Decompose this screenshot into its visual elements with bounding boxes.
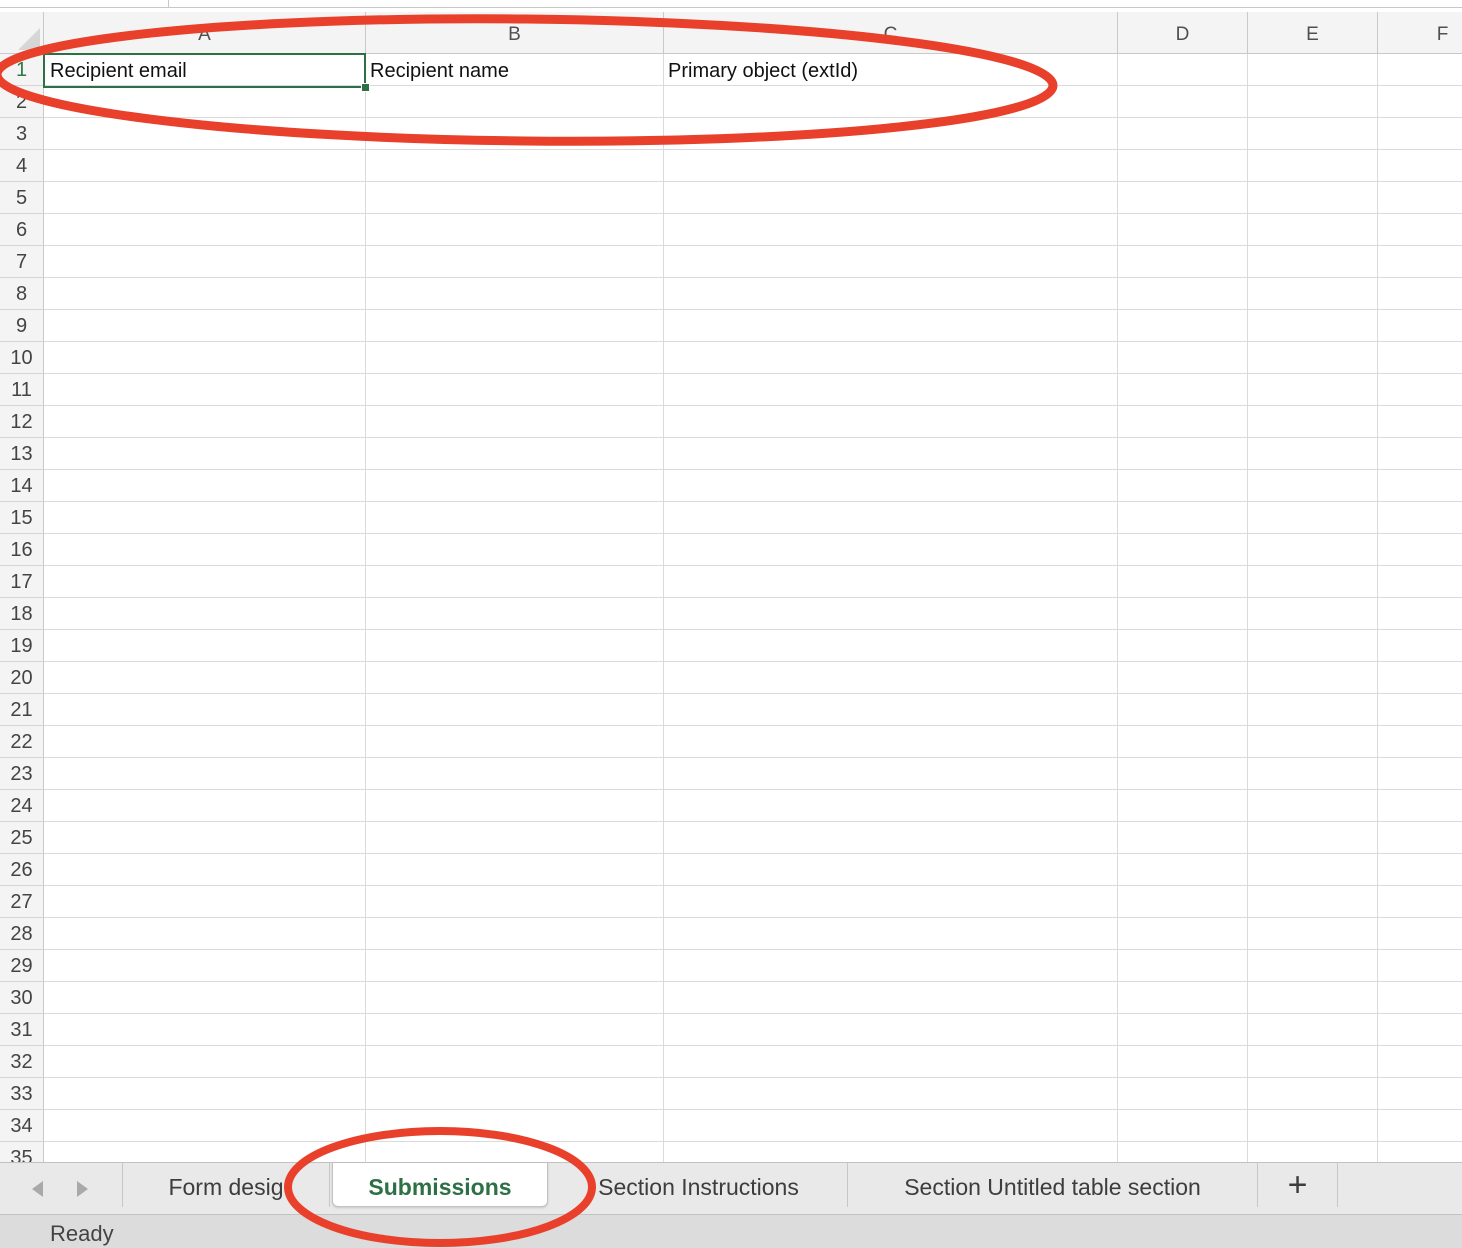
row-gridline [44,117,1462,118]
row-header-19[interactable]: 19 [0,630,44,662]
row-header-29[interactable]: 29 [0,950,44,982]
row-gridline [44,277,1462,278]
column-gridline [1377,54,1378,1162]
row-header-4[interactable]: 4 [0,150,44,182]
cell-b1[interactable]: Recipient name [364,54,662,86]
row-header-25[interactable]: 25 [0,822,44,854]
row-gridline [44,1109,1462,1110]
row-gridline [44,853,1462,854]
row-gridline [44,405,1462,406]
scroll-tabs-right-icon[interactable] [70,1177,94,1201]
scroll-tabs-left-icon[interactable] [26,1177,50,1201]
column-header-b[interactable]: B [366,12,664,54]
row-header-5[interactable]: 5 [0,182,44,214]
row-gridline [44,597,1462,598]
row-gridline [44,149,1462,150]
row-gridline [44,629,1462,630]
row-header-3[interactable]: 3 [0,118,44,150]
row-gridline [44,565,1462,566]
formula-bar-edge [0,0,1462,12]
row-header-30[interactable]: 30 [0,982,44,1014]
row-gridline [44,789,1462,790]
row-header-13[interactable]: 13 [0,438,44,470]
row-header-1[interactable]: 1 [0,54,44,86]
row-gridline [44,1013,1462,1014]
row-gridline [44,1077,1462,1078]
row-header-26[interactable]: 26 [0,854,44,886]
cell-c1[interactable]: Primary object (extId) [662,54,1116,86]
row-header-18[interactable]: 18 [0,598,44,630]
row-gridline [44,309,1462,310]
select-all-button[interactable] [0,12,44,54]
row-header-28[interactable]: 28 [0,918,44,950]
column-gridline [1247,54,1248,1162]
column-header-c[interactable]: C [664,12,1118,54]
active-cell-border [43,53,366,88]
row-header-14[interactable]: 14 [0,470,44,502]
status-text: Ready [50,1221,114,1246]
row-header-34[interactable]: 34 [0,1110,44,1142]
sheet-tab-bar: Form desig Submissions Section Instructi… [0,1162,1462,1214]
row-gridline [44,245,1462,246]
row-header-9[interactable]: 9 [0,310,44,342]
row-header-31[interactable]: 31 [0,1014,44,1046]
column-header-a[interactable]: A [44,12,366,54]
row-gridline [44,181,1462,182]
row-header-32[interactable]: 32 [0,1046,44,1078]
row-gridline [44,981,1462,982]
row-gridline [44,437,1462,438]
tab-section-instructions[interactable]: Section Instructions [550,1163,848,1207]
row-header-35[interactable]: 35 [0,1142,44,1162]
row-gridline [44,469,1462,470]
row-header-15[interactable]: 15 [0,502,44,534]
row-header-27[interactable]: 27 [0,886,44,918]
row-gridline [44,1045,1462,1046]
row-gridline [44,885,1462,886]
column-gridline [663,54,664,1162]
tab-section-untitled-table-section[interactable]: Section Untitled table section [848,1163,1258,1207]
column-header-d[interactable]: D [1118,12,1248,54]
status-bar: Ready [0,1214,1462,1248]
column-header-f[interactable]: F [1378,12,1462,54]
row-gridline [44,757,1462,758]
row-header-17[interactable]: 17 [0,566,44,598]
add-sheet-button[interactable]: + [1258,1163,1338,1207]
fill-handle[interactable] [361,83,370,92]
column-gridline [365,54,366,1162]
row-gridline [44,501,1462,502]
row-header-22[interactable]: 22 [0,726,44,758]
row-header-16[interactable]: 16 [0,534,44,566]
row-header-23[interactable]: 23 [0,758,44,790]
column-gridline [1117,54,1118,1162]
row-gridline [44,661,1462,662]
row-gridline [44,949,1462,950]
row-header-20[interactable]: 20 [0,662,44,694]
row-header-24[interactable]: 24 [0,790,44,822]
row-gridline [44,373,1462,374]
row-gridline [44,917,1462,918]
row-header-7[interactable]: 7 [0,246,44,278]
row-gridline [44,533,1462,534]
row-gridline [44,725,1462,726]
row-header-2[interactable]: 2 [0,86,44,118]
row-gridline [44,341,1462,342]
row-gridline [44,213,1462,214]
row-header-10[interactable]: 10 [0,342,44,374]
row-gridline [44,1141,1462,1142]
sheet-grid[interactable]: A B C D E F 1 2 3 4 5 6 7 8 9 10 11 12 13 14 15 16 17 18 1… [0,12,1462,1162]
row-header-21[interactable]: 21 [0,694,44,726]
row-header-12[interactable]: 12 [0,406,44,438]
row-header-33[interactable]: 33 [0,1078,44,1110]
tab-form-design[interactable]: Form desig [122,1163,330,1207]
row-header-11[interactable]: 11 [0,374,44,406]
row-header-8[interactable]: 8 [0,278,44,310]
column-header-e[interactable]: E [1248,12,1378,54]
row-gridline [44,693,1462,694]
row-header-6[interactable]: 6 [0,214,44,246]
tab-submissions[interactable]: Submissions [332,1163,548,1207]
row-gridline [44,821,1462,822]
spreadsheet-window: A B C D E F 1 2 3 4 5 6 7 8 9 10 11 12 13 14 15 16 17 18 1… [0,0,1462,1248]
